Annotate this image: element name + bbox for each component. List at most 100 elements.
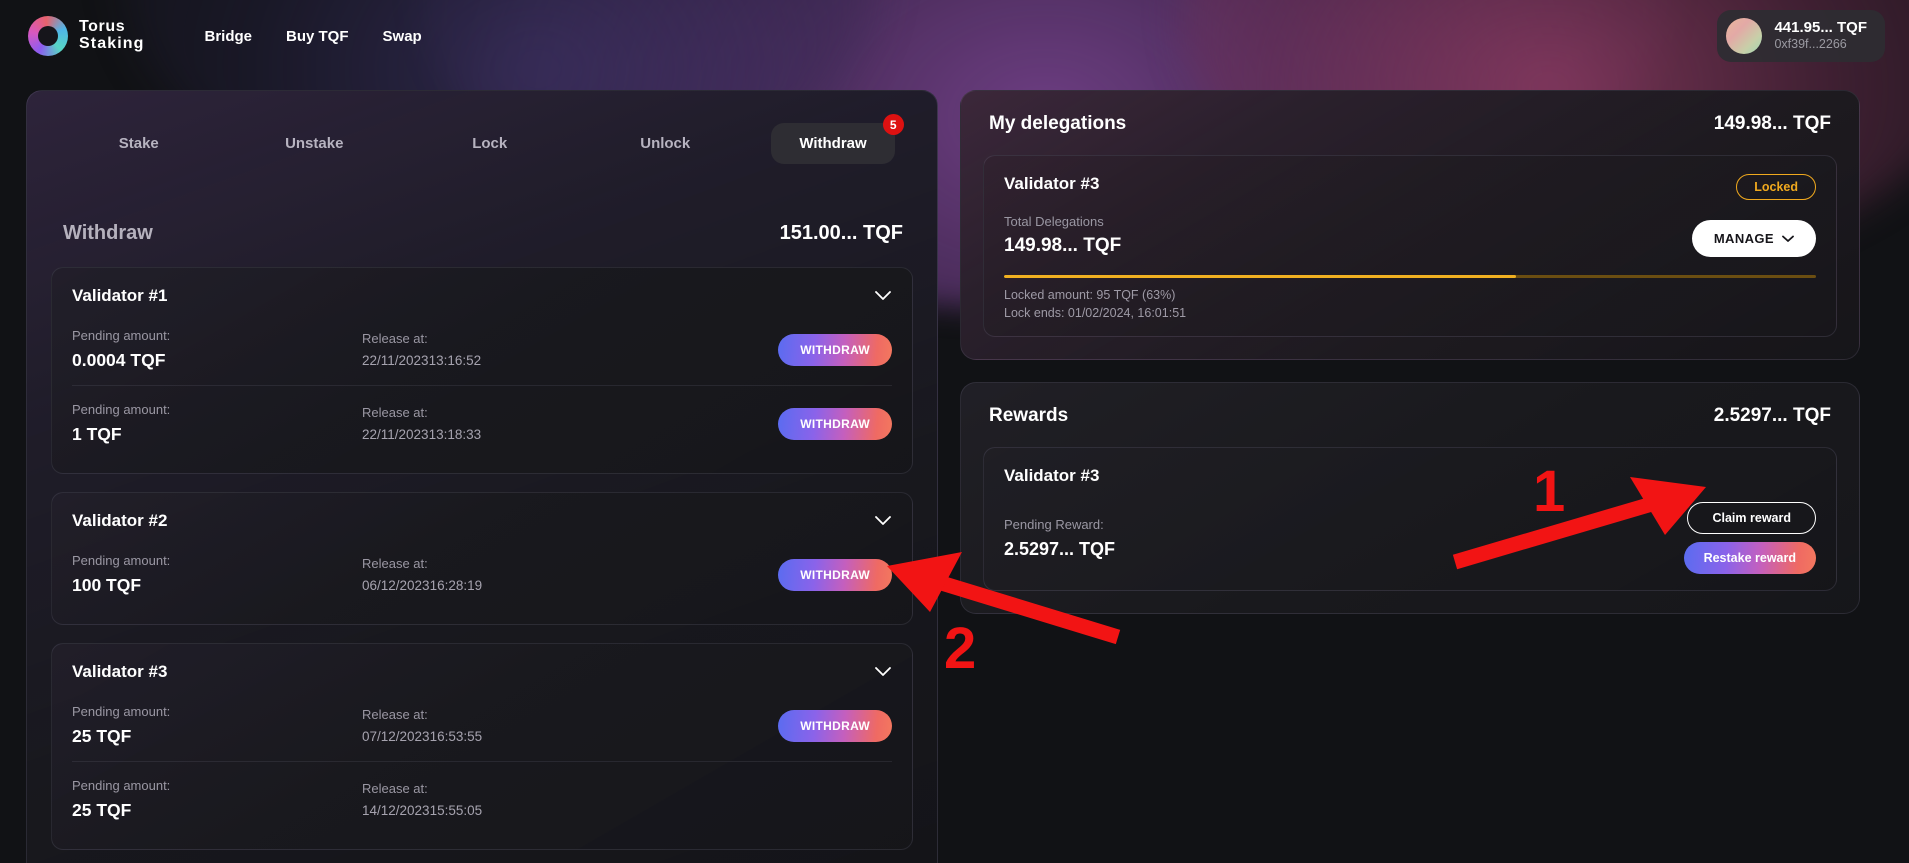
delegations-total: 149.98... TQF bbox=[1713, 113, 1831, 134]
avatar bbox=[1726, 18, 1763, 54]
manage-button-label: MANAGE bbox=[1713, 231, 1774, 246]
tab-unlock[interactable]: Unlock bbox=[578, 135, 754, 152]
reward-card: Validator #3 Pending Reward: 2.5297... T… bbox=[983, 447, 1837, 591]
delegation-card-header: Validator #3 Locked bbox=[1004, 174, 1816, 200]
wallet-address: 0xf39f...2266 bbox=[1774, 37, 1847, 52]
delegation-validator-name: Validator #3 bbox=[1004, 174, 1100, 193]
validator-card-header: Validator #3 bbox=[72, 662, 892, 688]
nav-item-swap[interactable]: Swap bbox=[383, 28, 422, 45]
reward-validator-name: Validator #3 bbox=[1004, 466, 1100, 485]
wallet-button[interactable]: 441.95... TQF 0xf39f...2266 bbox=[1717, 10, 1885, 62]
validator-card-header: Validator #1 bbox=[72, 286, 892, 312]
delegation-card: Validator #3 Locked Total Delegations 14… bbox=[983, 155, 1837, 337]
pending-reward-cell: Pending Reward: 2.5297... TQF bbox=[1004, 517, 1115, 560]
table-row: Pending amount: 25 TQF Release at: 14/12… bbox=[72, 761, 892, 835]
lock-progress-bar bbox=[1004, 275, 1816, 278]
reward-card-body: Pending Reward: 2.5297... TQF Claim rewa… bbox=[1004, 502, 1816, 574]
status-badge: Locked bbox=[1736, 174, 1816, 200]
pending-amount-value: 0.0004 TQF bbox=[72, 350, 166, 370]
site-header: Torus Staking Bridge Buy TQF Swap 441.95… bbox=[0, 0, 1909, 72]
app-root: Torus Staking Bridge Buy TQF Swap 441.95… bbox=[0, 0, 1909, 863]
chevron-down-icon[interactable] bbox=[874, 512, 892, 530]
chevron-down-icon[interactable] bbox=[874, 663, 892, 681]
withdraw-button[interactable]: WITHDRAW bbox=[778, 709, 892, 742]
restake-reward-button[interactable]: Restake reward bbox=[1683, 542, 1816, 574]
tab-lock[interactable]: Lock bbox=[402, 135, 578, 152]
torus-ring-icon bbox=[28, 16, 68, 56]
pending-amount-label: Pending amount: bbox=[72, 402, 171, 417]
delegations-title: My delegations bbox=[989, 113, 1127, 134]
pending-amount-value: 1 TQF bbox=[72, 424, 122, 444]
nav-item-bridge[interactable]: Bridge bbox=[205, 28, 253, 45]
delegation-card-body: Total Delegations 149.98... TQF MANAGE bbox=[1004, 214, 1816, 257]
rewards-title: Rewards bbox=[989, 405, 1069, 426]
reward-actions: Claim reward Restake reward bbox=[1683, 502, 1816, 574]
validator-card-header: Validator #2 bbox=[72, 511, 892, 537]
left-column: Stake Unstake Lock Unlock Withdraw 5 Wit… bbox=[26, 90, 938, 863]
validator-name: Validator #1 bbox=[72, 286, 168, 305]
pending-amount-label: Pending amount: bbox=[72, 553, 171, 568]
withdraw-button[interactable]: WITHDRAW bbox=[778, 333, 892, 366]
withdraw-section-title: Withdraw bbox=[63, 222, 153, 244]
page-content: Stake Unstake Lock Unlock Withdraw 5 Wit… bbox=[0, 72, 1909, 863]
total-delegations-cell: Total Delegations 149.98... TQF bbox=[1004, 214, 1121, 257]
pending-amount-value: 100 TQF bbox=[72, 575, 142, 595]
withdraw-button[interactable]: WITHDRAW bbox=[778, 407, 892, 440]
total-delegations-value: 149.98... TQF bbox=[1004, 235, 1122, 256]
pending-amount-label: Pending amount: bbox=[72, 704, 171, 719]
brand-logo[interactable]: Torus Staking bbox=[28, 16, 145, 56]
release-at-value: 06/12/202316:28:19 bbox=[362, 578, 483, 593]
pending-amount-label: Pending amount: bbox=[72, 328, 171, 343]
table-row: Pending amount: 1 TQF Release at: 22/11/… bbox=[72, 385, 892, 459]
lock-details: Locked amount: 95 TQF (63%) Lock ends: 0… bbox=[1004, 288, 1816, 320]
staking-tabs: Stake Unstake Lock Unlock Withdraw 5 bbox=[51, 113, 913, 170]
row-action: WITHDRAW bbox=[778, 407, 892, 440]
main-nav: Bridge Buy TQF Swap bbox=[205, 28, 422, 45]
tab-withdraw-wrap: Withdraw 5 bbox=[753, 114, 913, 164]
locked-amount-text: Locked amount: 95 TQF (63%) bbox=[1004, 288, 1176, 302]
release-at-label: Release at: bbox=[362, 556, 428, 571]
validator-name: Validator #2 bbox=[72, 511, 168, 530]
table-row: Pending amount: 100 TQF Release at: 06/1… bbox=[72, 537, 892, 610]
table-row: Pending amount: 25 TQF Release at: 07/12… bbox=[72, 688, 892, 761]
delegations-panel: My delegations 149.98... TQF Validator #… bbox=[960, 90, 1860, 360]
pending-amount-cell: Pending amount: 25 TQF bbox=[72, 778, 362, 821]
validator-card: Validator #2 Pending amount: 100 TQF Rel… bbox=[51, 492, 913, 625]
tab-stake[interactable]: Stake bbox=[51, 135, 227, 152]
lock-ends-text: Lock ends: 01/02/2024, 16:01:51 bbox=[1004, 306, 1187, 320]
pending-amount-cell: Pending amount: 0.0004 TQF bbox=[72, 328, 362, 371]
rewards-panel: Rewards 2.5297... TQF Validator #3 Pendi… bbox=[960, 382, 1860, 614]
tab-withdraw-badge: 5 bbox=[882, 114, 904, 135]
brand-wordmark: Torus Staking bbox=[79, 18, 145, 53]
withdraw-button[interactable]: WITHDRAW bbox=[778, 558, 892, 591]
pending-amount-value: 25 TQF bbox=[72, 800, 132, 820]
chevron-down-icon[interactable] bbox=[874, 287, 892, 305]
withdraw-section-total: 151.00... TQF bbox=[779, 222, 903, 244]
rewards-total: 2.5297... TQF bbox=[1713, 405, 1831, 426]
nav-item-buy-tqf[interactable]: Buy TQF bbox=[286, 28, 349, 45]
tab-withdraw[interactable]: Withdraw 5 bbox=[771, 114, 904, 164]
right-column: My delegations 149.98... TQF Validator #… bbox=[960, 90, 1860, 863]
brand-line-2: Staking bbox=[79, 35, 145, 52]
tab-withdraw-label: Withdraw bbox=[799, 135, 867, 152]
brand-line-1: Torus bbox=[79, 18, 126, 36]
release-at-label: Release at: bbox=[362, 331, 428, 346]
row-action: WITHDRAW bbox=[778, 333, 892, 366]
release-at-cell: Release at: 07/12/202316:53:55 bbox=[362, 707, 692, 744]
pending-amount-cell: Pending amount: 25 TQF bbox=[72, 704, 362, 747]
pending-reward-value: 2.5297... TQF bbox=[1004, 538, 1116, 559]
manage-button[interactable]: MANAGE bbox=[1691, 220, 1816, 257]
withdraw-section-header: Withdraw 151.00... TQF bbox=[63, 222, 903, 245]
release-at-value: 22/11/202313:16:52 bbox=[362, 353, 482, 368]
pending-amount-cell: Pending amount: 100 TQF bbox=[72, 553, 362, 596]
release-at-value: 07/12/202316:53:55 bbox=[362, 729, 483, 744]
claim-reward-button[interactable]: Claim reward bbox=[1687, 502, 1816, 534]
release-at-label: Release at: bbox=[362, 405, 428, 420]
pending-amount-value: 25 TQF bbox=[72, 726, 132, 746]
row-action: WITHDRAW bbox=[778, 558, 892, 591]
delegations-header: My delegations 149.98... TQF bbox=[983, 111, 1837, 155]
tab-unstake[interactable]: Unstake bbox=[227, 135, 403, 152]
validator-name: Validator #3 bbox=[72, 662, 168, 681]
release-at-cell: Release at: 14/12/202315:55:05 bbox=[362, 781, 692, 818]
validator-card: Validator #3 Pending amount: 25 TQF Rele… bbox=[51, 643, 913, 850]
